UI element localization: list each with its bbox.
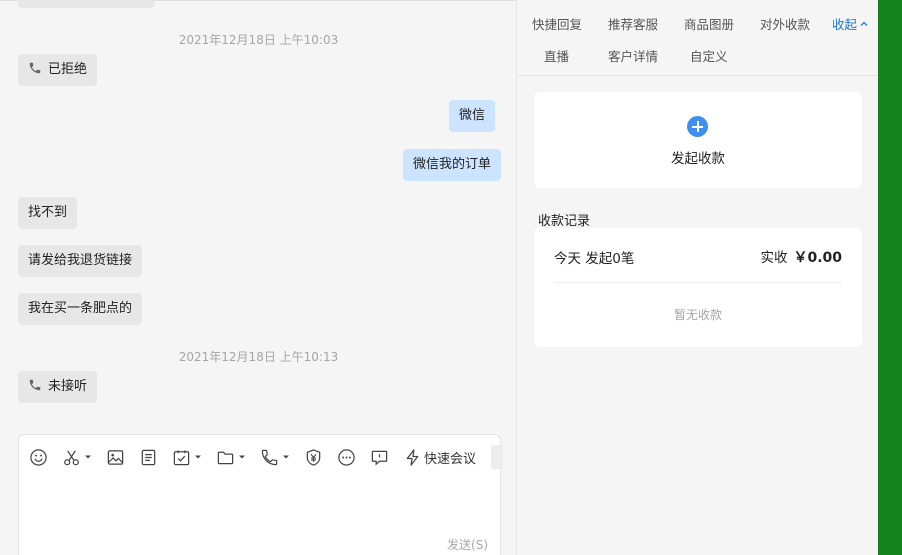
emoji-button[interactable] — [29, 445, 48, 469]
chevron-down-icon — [195, 455, 201, 459]
chevron-down-icon — [239, 455, 245, 459]
today-summary: 今天 发起0笔 — [554, 251, 635, 267]
schedule-button[interactable] — [172, 445, 202, 469]
payment-records-card: 今天 发起0笔 实收 ￥0.00 暂无收款 — [534, 228, 862, 347]
plus-circle-icon — [687, 116, 708, 137]
phone-icon — [261, 449, 278, 465]
call-button[interactable] — [260, 445, 290, 469]
message-bubble-outgoing[interactable]: 微信 — [449, 100, 496, 132]
message-bubble-previous[interactable] — [18, 0, 155, 8]
payment-records-title: 收款记录 — [538, 214, 591, 229]
scissors-icon — [64, 450, 79, 465]
tab-custom[interactable]: 自定义 — [690, 46, 728, 65]
message-text: 已拒绝 — [48, 62, 88, 77]
image-icon — [107, 449, 124, 465]
message-composer[interactable]: 快速会议 发送(S) — [18, 434, 503, 555]
folder-icon — [217, 451, 234, 464]
toolbar-overflow-button[interactable] — [491, 445, 503, 469]
message-bubble-call[interactable]: 未接听 — [18, 371, 98, 403]
composer-toolbar: 快速会议 — [29, 445, 490, 469]
message-text: 微信我的订单 — [413, 157, 492, 172]
phone-icon — [29, 379, 41, 391]
comment-button[interactable] — [370, 445, 389, 469]
message-bubble-call[interactable]: 已拒绝 — [18, 54, 98, 86]
emoji-icon — [30, 448, 47, 466]
message-bubble-incoming[interactable]: 我在买一条肥点的 — [18, 293, 143, 325]
tab-customer-details[interactable]: 客户详情 — [608, 46, 658, 65]
comment-icon — [371, 450, 388, 465]
received-summary: 实收 ￥0.00 — [760, 246, 842, 267]
tab-quick-reply[interactable]: 快捷回复 — [532, 14, 582, 33]
received-label: 实收 — [760, 250, 788, 266]
divider — [554, 282, 842, 283]
send-button[interactable]: 发送(S) — [447, 536, 488, 553]
payment-button[interactable] — [304, 445, 323, 469]
file-button[interactable] — [216, 445, 246, 469]
more-icon — [338, 448, 355, 466]
chevron-down-icon — [85, 455, 91, 459]
calendar-check-icon — [173, 449, 190, 465]
message-bubble-outgoing[interactable]: 微信我的订单 — [403, 149, 502, 181]
document-icon — [141, 449, 156, 465]
tab-product-catalog[interactable]: 商品图册 — [684, 14, 734, 33]
tab-live[interactable]: 直播 — [544, 46, 569, 65]
tab-external-payment[interactable]: 对外收款 — [760, 14, 810, 33]
image-button[interactable] — [106, 445, 125, 469]
tab-recommend-service[interactable]: 推荐客服 — [608, 14, 658, 33]
message-timestamp: 2021年12月18日 上午10:13 — [178, 350, 339, 364]
received-amount: ￥0.00 — [793, 250, 842, 266]
quick-meeting-button[interactable]: 快速会议 — [403, 445, 476, 469]
side-panel: 快捷回复 推荐客服 商品图册 对外收款 收起 直播 客户详情 自定义 发起收款 … — [518, 0, 878, 555]
message-text: 未接听 — [48, 379, 88, 394]
message-text: 找不到 — [28, 205, 68, 220]
side-tabs: 快捷回复 推荐客服 商品图册 对外收款 收起 直播 客户详情 自定义 — [518, 0, 878, 76]
message-text: 我在买一条肥点的 — [28, 301, 133, 316]
screenshot-button[interactable] — [62, 445, 92, 469]
message-text: 请发给我退货链接 — [28, 253, 133, 268]
quick-meeting-label: 快速会议 — [424, 451, 477, 467]
message-bubble-incoming[interactable]: 请发给我退货链接 — [18, 245, 143, 277]
more-button[interactable] — [337, 445, 356, 469]
chevron-up-icon — [860, 21, 868, 26]
phone-icon — [29, 62, 41, 74]
message-timestamp: 2021年12月18日 上午10:03 — [178, 33, 339, 47]
document-button[interactable] — [139, 445, 158, 469]
collapse-label: 收起 — [832, 17, 858, 32]
start-payment-label: 发起收款 — [671, 151, 725, 167]
yuan-shield-icon — [306, 448, 321, 466]
message-bubble-incoming[interactable]: 找不到 — [18, 197, 78, 229]
collapse-button[interactable]: 收起 — [832, 14, 868, 33]
message-text: 微信 — [459, 108, 486, 123]
chat-panel: 2021年12月18日 上午10:03 已拒绝 微信 微信我的订单 找不到 请发… — [0, 0, 517, 555]
chevron-down-icon — [283, 455, 289, 459]
window-edge-bar — [878, 0, 902, 555]
lightning-icon — [406, 448, 419, 466]
empty-state-text: 暂无收款 — [673, 308, 722, 322]
start-payment-card[interactable]: 发起收款 — [534, 92, 862, 188]
